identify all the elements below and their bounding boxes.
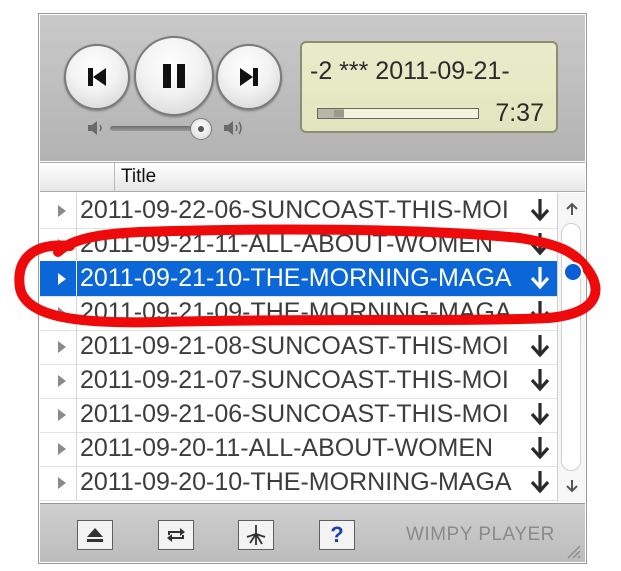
playlist-row[interactable]: 2011-09-21-06-SUNCOAST-THIS-MOI <box>40 397 557 433</box>
volume-low-icon <box>88 121 102 135</box>
track-title: 2011-09-20-11-ALL-ABOUT-WOMEN <box>80 434 494 462</box>
playlist-row[interactable]: 2011-09-20-10-THE-MORNING-MAGA <box>40 465 557 501</box>
play-arrow-icon <box>58 477 66 489</box>
bottom-toolbar: ? WIMPY PLAYER <box>40 503 585 562</box>
download-arrow-icon[interactable] <box>527 468 553 496</box>
play-arrow-icon <box>58 205 66 217</box>
scrollbar-thumb[interactable] <box>561 223 581 471</box>
skip-back-icon <box>88 68 106 86</box>
repeat-button[interactable] <box>158 520 194 550</box>
playlist-row[interactable]: 2011-09-21-11-ALL-ABOUT-WOMEN <box>40 227 557 263</box>
eject-icon <box>87 528 103 542</box>
track-title: 2011-09-21-11-ALL-ABOUT-WOMEN <box>80 230 494 258</box>
play-arrow-icon <box>58 341 66 353</box>
volume-high-icon <box>224 121 242 135</box>
pause-icon <box>163 64 185 88</box>
resize-grip-icon[interactable] <box>565 543 581 559</box>
repeat-icon <box>167 528 185 542</box>
brand-label: WIMPY PLAYER <box>406 524 555 545</box>
play-arrow-icon <box>58 375 66 387</box>
scroll-down-arrow-icon[interactable] <box>564 478 580 494</box>
track-title: 2011-09-20-10-THE-MORNING-MAGA <box>80 468 512 496</box>
seek-handle[interactable] <box>333 110 344 117</box>
play-arrow-icon <box>58 409 66 421</box>
download-arrow-icon[interactable] <box>527 230 553 258</box>
download-arrow-icon[interactable] <box>527 332 553 360</box>
now-playing-display: -2 *** 2011-09-21- 7:37 <box>300 41 558 133</box>
playlist-row[interactable]: 2011-09-21-08-SUNCOAST-THIS-MOI <box>40 329 557 365</box>
playlist-scrollbar[interactable] <box>557 193 585 502</box>
play-arrow-icon <box>58 443 66 455</box>
track-title: 2011-09-22-06-SUNCOAST-THIS-MOI <box>80 196 509 224</box>
track-title: 2011-09-21-06-SUNCOAST-THIS-MOI <box>80 400 509 428</box>
download-arrow-icon[interactable] <box>527 434 553 462</box>
skip-forward-icon <box>240 68 258 86</box>
playlist-row[interactable]: 2011-09-21-09-THE-MORNING-MAGA <box>40 295 557 331</box>
playlist-row[interactable]: 2011-09-21-07-SUNCOAST-THIS-MOI <box>40 363 557 399</box>
track-title: 2011-09-21-09-THE-MORNING-MAGA <box>80 298 512 326</box>
playlist-row[interactable]: 2011-09-22-06-SUNCOAST-THIS-MOI <box>40 193 557 229</box>
track-title: 2011-09-21-08-SUNCOAST-THIS-MOI <box>80 332 509 360</box>
help-label: ? <box>330 522 344 547</box>
download-arrow-icon[interactable] <box>527 366 553 394</box>
track-title: 2011-09-21-07-SUNCOAST-THIS-MOI <box>80 366 509 394</box>
eject-button[interactable] <box>77 520 113 550</box>
download-arrow-icon[interactable] <box>527 264 553 292</box>
previous-button[interactable] <box>64 44 130 110</box>
volume-slider-handle[interactable] <box>190 118 212 140</box>
shuffle-button[interactable] <box>238 520 274 550</box>
playlist-row-selected[interactable]: 2011-09-21-10-THE-MORNING-MAGA <box>40 261 557 297</box>
play-arrow-icon <box>58 273 66 285</box>
scroll-up-arrow-icon[interactable] <box>564 201 580 217</box>
shuffle-icon <box>246 525 266 545</box>
download-arrow-icon[interactable] <box>527 298 553 326</box>
seek-bar[interactable] <box>317 108 479 119</box>
track-title: 2011-09-21-10-THE-MORNING-MAGA <box>80 264 512 292</box>
next-button[interactable] <box>216 44 282 110</box>
download-arrow-icon[interactable] <box>527 400 553 428</box>
playlist: 2011-09-22-06-SUNCOAST-THIS-MOI 2011-09-… <box>40 193 557 502</box>
pause-button[interactable] <box>134 36 214 116</box>
title-column-header[interactable]: Title <box>114 163 156 191</box>
track-title-scroller: -2 *** 2011-09-21- <box>310 57 510 85</box>
playlist-header: Title <box>40 162 585 192</box>
download-arrow-icon[interactable] <box>527 196 553 224</box>
play-arrow-icon <box>58 239 66 251</box>
elapsed-time: 7:37 <box>495 99 544 127</box>
help-button[interactable]: ? <box>319 520 355 550</box>
play-arrow-icon <box>58 307 66 319</box>
playlist-row[interactable]: 2011-09-20-11-ALL-ABOUT-WOMEN <box>40 431 557 467</box>
